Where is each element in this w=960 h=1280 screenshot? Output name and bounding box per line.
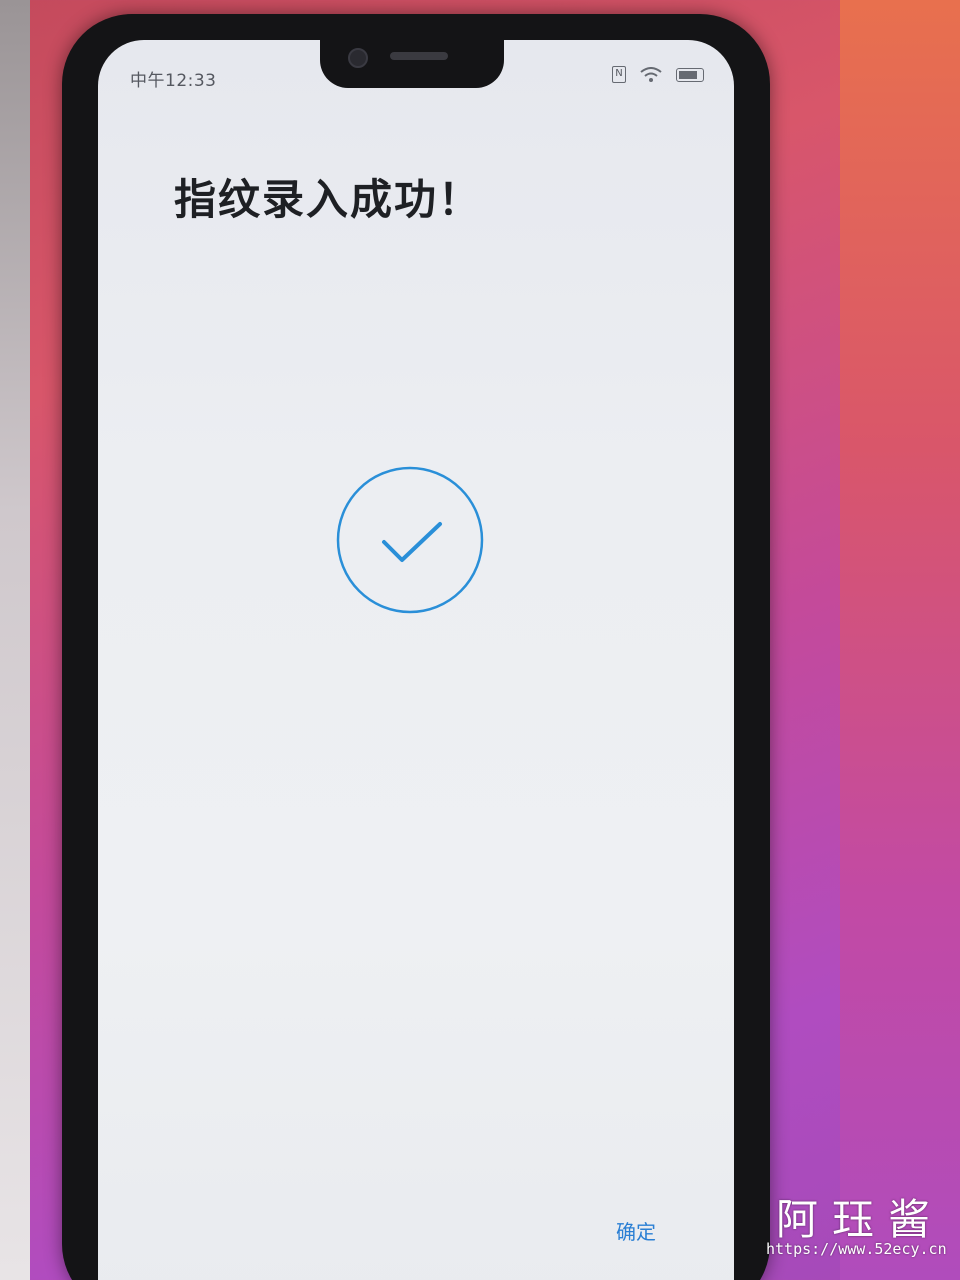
wifi-icon [640,66,662,82]
confirm-button[interactable]: 确定 [616,1216,656,1245]
status-time: 中午12:33 [130,71,217,91]
background-box [840,0,960,1280]
status-icons: N [612,66,704,83]
battery-icon [676,67,704,82]
nfc-icon: N [612,66,626,83]
page-title: 指纹录入成功！ [174,175,483,224]
background-left-strip [0,0,30,1280]
earpiece-speaker [390,52,448,60]
front-camera-icon [348,48,368,68]
watermark-name: 阿珏酱 [776,1195,945,1244]
watermark-url: https://www.52ecy.cn [766,1240,947,1258]
phone-screen: 中午12:33 N 指纹录入成功！ 确定 [98,40,734,1280]
notch [320,40,504,88]
check-circle-icon [336,466,484,614]
